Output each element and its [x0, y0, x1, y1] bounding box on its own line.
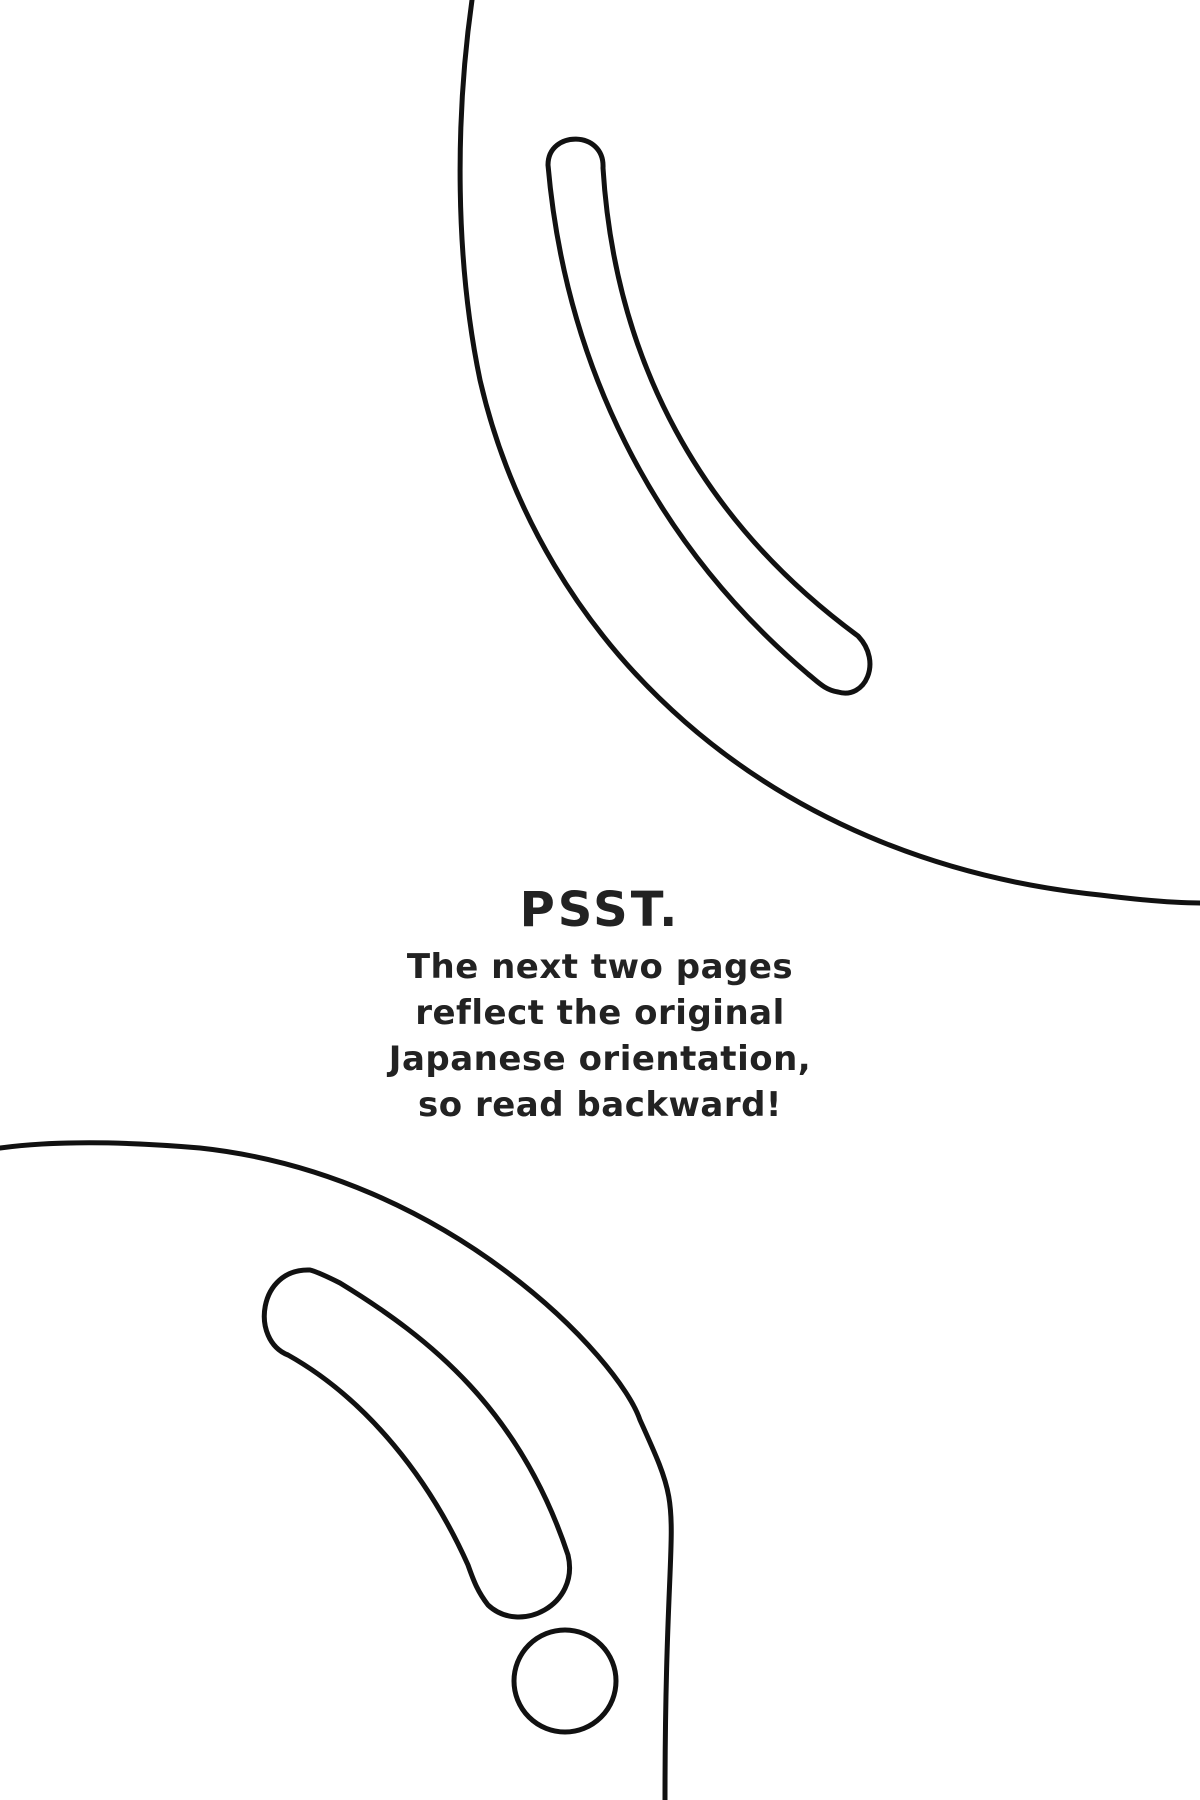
bottom-arc-outline [0, 1140, 674, 1800]
notice-line-4: so read backward! [418, 1085, 782, 1125]
notice-line-3: Japanese orientation, [388, 1039, 812, 1079]
notice-heading: PSST. [519, 882, 681, 938]
notice-block: PSST. The next two pages reflect the ori… [0, 882, 1200, 1128]
top-slot-outline [545, 136, 873, 696]
notice-line-1: The next two pages [406, 947, 794, 987]
notice-line-2: reflect the original [415, 993, 785, 1033]
top-arc-outline [457, 0, 1200, 906]
bottom-circle-outline [511, 1627, 619, 1735]
bottom-slot-outline [261, 1267, 573, 1620]
